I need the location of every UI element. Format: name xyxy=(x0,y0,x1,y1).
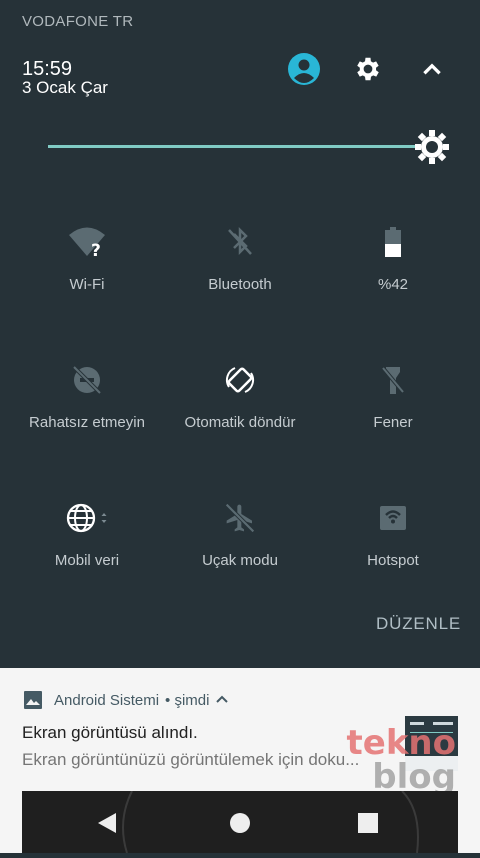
watermark-line1: tekno xyxy=(346,723,457,763)
watermark-logo: tekno blog xyxy=(347,726,457,794)
auto-rotate-icon xyxy=(160,362,320,398)
tile-hotspot[interactable]: Hotspot xyxy=(313,500,473,569)
bluetooth-off-icon xyxy=(160,224,320,260)
tile-label: Uçak modu xyxy=(202,552,278,569)
tile-battery[interactable]: %42 xyxy=(313,224,473,293)
tile-label: Fener xyxy=(373,414,413,431)
tile-wifi[interactable]: ? Wi-Fi xyxy=(7,224,167,293)
airplane-icon xyxy=(160,500,320,536)
screenshot-preview xyxy=(22,790,458,854)
tile-do-not-disturb[interactable]: Rahatsız etmeyin xyxy=(7,362,167,431)
notification-app-name: Android Sistemi xyxy=(54,691,160,709)
tile-label: Hotspot xyxy=(367,552,419,569)
tile-label: %42 xyxy=(377,276,409,293)
user-avatar-icon[interactable] xyxy=(287,52,321,86)
tile-mobile-data[interactable]: Mobil veri xyxy=(7,500,167,569)
recents-nav-icon xyxy=(358,813,378,833)
screenshot-notification[interactable]: Android Sistemi • şimdi Ekran görüntüsü … xyxy=(0,668,480,854)
wifi-unknown-icon: ? xyxy=(7,224,167,260)
do-not-disturb-off-icon xyxy=(7,362,167,398)
carrier-label: VODAFONE TR xyxy=(22,13,134,30)
edit-button[interactable]: DÜZENLE xyxy=(376,614,461,634)
brightness-thumb-icon[interactable] xyxy=(414,129,450,165)
brightness-slider[interactable] xyxy=(48,145,418,148)
hotspot-icon xyxy=(313,500,473,536)
tile-bluetooth[interactable]: Bluetooth xyxy=(160,224,320,293)
globe-icon xyxy=(7,500,167,536)
collapse-chevron-up-icon[interactable] xyxy=(415,52,449,86)
brightness-slider-fill xyxy=(48,145,400,148)
watermark-line2: blog xyxy=(372,757,456,797)
notification-text: Ekran görüntünüzü görüntülemek için doku… xyxy=(22,750,360,769)
settings-gear-icon[interactable] xyxy=(351,52,385,86)
back-nav-icon xyxy=(98,813,116,833)
tile-label: Otomatik döndür xyxy=(184,414,296,431)
notification-time: • şimdi xyxy=(165,691,210,709)
tile-label: Bluetooth xyxy=(208,276,272,293)
tile-airplane-mode[interactable]: Uçak modu xyxy=(160,500,320,569)
home-nav-icon xyxy=(230,813,250,833)
tile-label: Mobil veri xyxy=(54,552,120,569)
battery-icon xyxy=(313,224,473,260)
tile-auto-rotate[interactable]: Otomatik döndür xyxy=(160,362,320,431)
tile-label: Rahatsız etmeyin xyxy=(29,414,145,431)
clock-time: 15:59 xyxy=(22,58,73,80)
image-icon xyxy=(24,691,42,709)
clock-date: 3 Ocak Çar xyxy=(22,78,108,97)
flashlight-off-icon xyxy=(313,362,473,398)
chevron-up-icon[interactable] xyxy=(215,693,229,707)
tile-label: Wi-Fi xyxy=(69,276,105,293)
svg-text:?: ? xyxy=(91,241,101,258)
notification-title: Ekran görüntüsü alındı. xyxy=(22,723,198,742)
notification-header: Android Sistemi • şimdi xyxy=(23,690,229,710)
tile-flashlight[interactable]: Fener xyxy=(313,362,473,431)
